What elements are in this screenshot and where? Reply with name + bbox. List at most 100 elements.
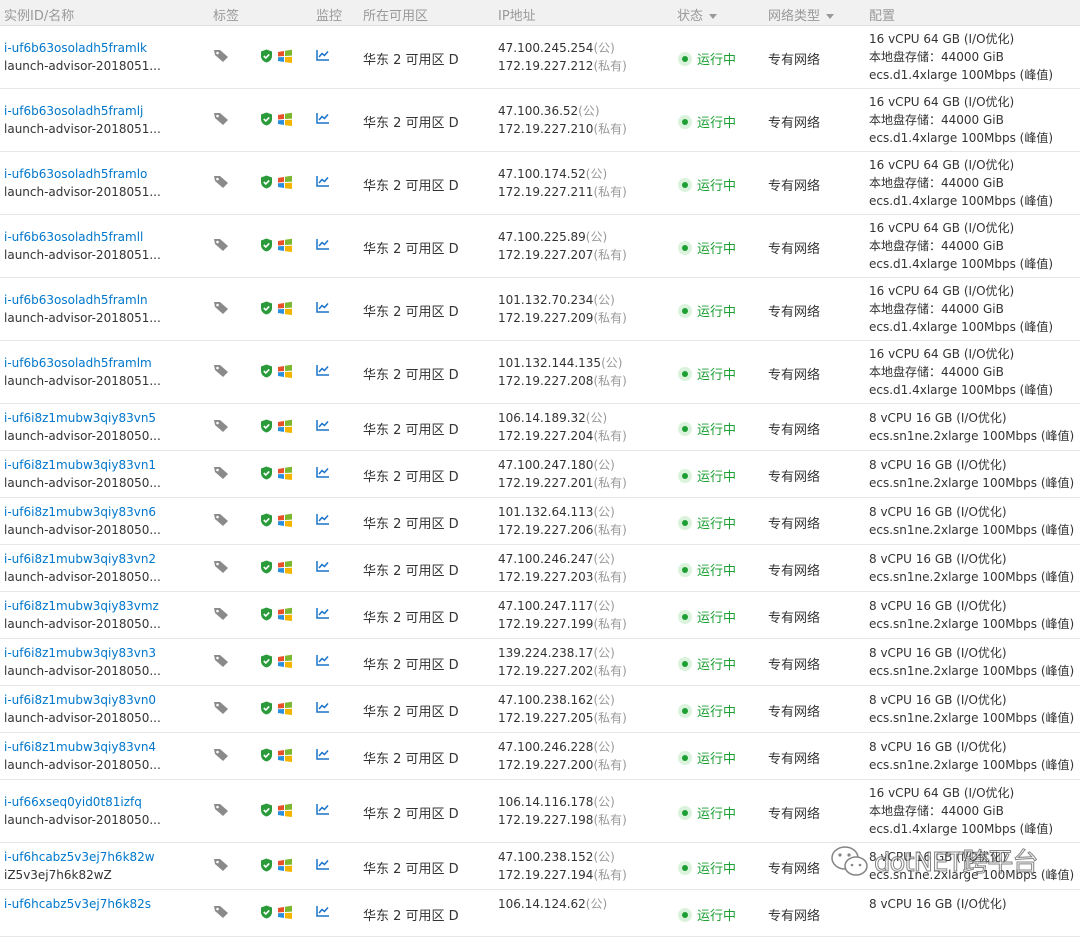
- tag-icon[interactable]: [213, 364, 229, 378]
- security-shield-icon[interactable]: [260, 49, 273, 63]
- monitor-chart-icon[interactable]: [316, 748, 330, 760]
- monitor-chart-icon[interactable]: [316, 49, 330, 61]
- header-network-filter[interactable]: 网络类型: [768, 5, 835, 24]
- table-row[interactable]: i-uf6i8z1mubw3qiy83vn2 launch-advisor-201…: [0, 545, 1080, 592]
- security-shield-icon[interactable]: [260, 803, 273, 817]
- table-row[interactable]: i-uf6i8z1mubw3qiy83vn4 launch-advisor-201…: [0, 733, 1080, 780]
- table-row[interactable]: i-uf6i8z1mubw3qiy83vn0 launch-advisor-201…: [0, 686, 1080, 733]
- table-row[interactable]: i-uf6b63osoladh5framln launch-advisor-201…: [0, 278, 1080, 341]
- security-shield-icon[interactable]: [260, 364, 273, 378]
- monitor-chart-icon[interactable]: [316, 513, 330, 525]
- instance-id-link[interactable]: i-uf6hcabz5v3ej7h6k82w: [4, 848, 155, 866]
- header-instance-id[interactable]: 实例ID/名称: [4, 5, 74, 24]
- table-row[interactable]: i-uf6hcabz5v3ej7h6k82s 华东 2 可用区 D 106.14.1…: [0, 890, 1080, 937]
- instance-name: launch-advisor-2018051...: [4, 185, 161, 199]
- table-row[interactable]: i-uf6b63osoladh5framlk launch-advisor-201…: [0, 26, 1080, 89]
- tag-icon[interactable]: [213, 654, 229, 668]
- tag-icon[interactable]: [213, 513, 229, 527]
- security-shield-icon[interactable]: [260, 513, 273, 527]
- instance-id-link[interactable]: i-uf6b63osoladh5framln: [4, 291, 161, 309]
- security-shield-icon[interactable]: [260, 112, 273, 126]
- tag-icon[interactable]: [213, 803, 229, 817]
- instance-id-link[interactable]: i-uf6i8z1mubw3qiy83vn5: [4, 409, 161, 427]
- instance-id-cell: i-uf66xseq0yid0t81izfq launch-advisor-201…: [4, 793, 161, 829]
- instance-id-link[interactable]: i-uf6i8z1mubw3qiy83vn2: [4, 550, 161, 568]
- monitor-chart-icon[interactable]: [316, 112, 330, 124]
- table-row[interactable]: i-uf6b63osoladh5framlo launch-advisor-201…: [0, 152, 1080, 215]
- security-shield-icon[interactable]: [260, 466, 273, 480]
- security-shield-icon[interactable]: [260, 560, 273, 574]
- security-shield-icon[interactable]: [260, 858, 273, 872]
- monitor-chart-icon[interactable]: [316, 466, 330, 478]
- security-shield-icon[interactable]: [260, 654, 273, 668]
- instance-id-link[interactable]: i-uf6i8z1mubw3qiy83vn4: [4, 738, 161, 756]
- tag-icon[interactable]: [213, 419, 229, 433]
- table-row[interactable]: i-uf6i8z1mubw3qiy83vn1 launch-advisor-201…: [0, 451, 1080, 498]
- tag-icon[interactable]: [213, 49, 229, 63]
- instance-id-link[interactable]: i-uf6i8z1mubw3qiy83vn3: [4, 644, 161, 662]
- monitor-chart-icon[interactable]: [316, 419, 330, 431]
- instance-id-cell: i-uf6b63osoladh5framlm launch-advisor-201…: [4, 354, 161, 390]
- instance-id-link[interactable]: i-uf6b63osoladh5framll: [4, 228, 161, 246]
- instance-id-link[interactable]: i-uf6b63osoladh5framlo: [4, 165, 161, 183]
- tag-icon[interactable]: [213, 607, 229, 621]
- instance-id-link[interactable]: i-uf6i8z1mubw3qiy83vmz: [4, 597, 161, 615]
- monitor-chart-icon[interactable]: [316, 560, 330, 572]
- monitor-chart-icon[interactable]: [316, 654, 330, 666]
- table-row[interactable]: i-uf6b63osoladh5framlj launch-advisor-201…: [0, 89, 1080, 152]
- table-row[interactable]: i-uf6b63osoladh5framlm launch-advisor-201…: [0, 341, 1080, 404]
- monitor-chart-icon[interactable]: [316, 905, 330, 917]
- instance-id-link[interactable]: i-uf6b63osoladh5framlk: [4, 39, 161, 57]
- tag-icon[interactable]: [213, 858, 229, 872]
- ip-cell: 47.100.174.52(公) 172.19.227.211(私有): [498, 165, 627, 201]
- status-badge: 运行中: [678, 701, 736, 720]
- table-row[interactable]: i-uf6b63osoladh5framll launch-advisor-201…: [0, 215, 1080, 278]
- instance-id-link[interactable]: i-uf66xseq0yid0t81izfq: [4, 793, 161, 811]
- instance-name: launch-advisor-2018051...: [4, 374, 161, 388]
- monitor-chart-icon[interactable]: [316, 301, 330, 313]
- table-row[interactable]: i-uf6i8z1mubw3qiy83vn6 launch-advisor-201…: [0, 498, 1080, 545]
- security-shield-icon[interactable]: [260, 301, 273, 315]
- config-spec: 16 vCPU 64 GB (I/O优化): [869, 32, 1015, 46]
- table-row[interactable]: i-uf6i8z1mubw3qiy83vmz launch-advisor-201…: [0, 592, 1080, 639]
- table-row[interactable]: i-uf66xseq0yid0t81izfq launch-advisor-201…: [0, 780, 1080, 843]
- instance-id-link[interactable]: i-uf6b63osoladh5framlm: [4, 354, 161, 372]
- chevron-down-icon[interactable]: [709, 14, 718, 19]
- security-shield-icon[interactable]: [260, 701, 273, 715]
- monitor-chart-icon[interactable]: [316, 803, 330, 815]
- table-row[interactable]: i-uf6i8z1mubw3qiy83vn3 launch-advisor-201…: [0, 639, 1080, 686]
- table-row[interactable]: i-uf6i8z1mubw3qiy83vn5 launch-advisor-201…: [0, 404, 1080, 451]
- monitor-chart-icon[interactable]: [316, 238, 330, 250]
- security-shield-icon[interactable]: [260, 419, 273, 433]
- tag-icon[interactable]: [213, 238, 229, 252]
- tag-icon[interactable]: [213, 301, 229, 315]
- security-shield-icon[interactable]: [260, 748, 273, 762]
- config-spec: 16 vCPU 64 GB (I/O优化): [869, 221, 1015, 235]
- header-network-label: 网络类型: [768, 9, 821, 24]
- monitor-chart-icon[interactable]: [316, 858, 330, 870]
- tag-icon[interactable]: [213, 112, 229, 126]
- security-shield-icon[interactable]: [260, 607, 273, 621]
- instance-id-link[interactable]: i-uf6i8z1mubw3qiy83vn0: [4, 691, 161, 709]
- security-shield-icon[interactable]: [260, 175, 273, 189]
- tag-icon[interactable]: [213, 748, 229, 762]
- tag-icon[interactable]: [213, 701, 229, 715]
- chevron-down-icon[interactable]: [826, 14, 835, 19]
- tag-icon[interactable]: [213, 175, 229, 189]
- instance-name: launch-advisor-2018051...: [4, 248, 161, 262]
- instance-id-link[interactable]: i-uf6hcabz5v3ej7h6k82s: [4, 895, 151, 913]
- security-shield-icon[interactable]: [260, 905, 273, 919]
- instance-id-link[interactable]: i-uf6b63osoladh5framlj: [4, 102, 161, 120]
- public-ip: 106.14.189.32: [498, 411, 586, 425]
- monitor-chart-icon[interactable]: [316, 701, 330, 713]
- monitor-chart-icon[interactable]: [316, 175, 330, 187]
- tag-icon[interactable]: [213, 905, 229, 919]
- monitor-chart-icon[interactable]: [316, 607, 330, 619]
- header-status-filter[interactable]: 状态: [677, 5, 718, 24]
- tag-icon[interactable]: [213, 560, 229, 574]
- monitor-chart-icon[interactable]: [316, 364, 330, 376]
- instance-id-link[interactable]: i-uf6i8z1mubw3qiy83vn6: [4, 503, 161, 521]
- instance-id-link[interactable]: i-uf6i8z1mubw3qiy83vn1: [4, 456, 161, 474]
- tag-icon[interactable]: [213, 466, 229, 480]
- security-shield-icon[interactable]: [260, 238, 273, 252]
